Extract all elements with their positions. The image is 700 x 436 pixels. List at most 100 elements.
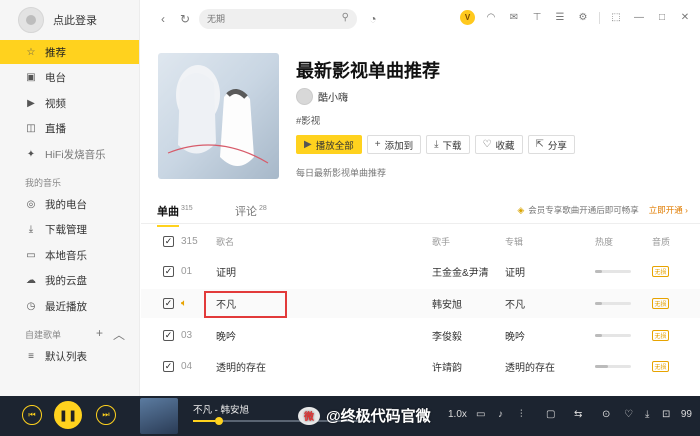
sidebar: 点此登录 ☆ 推荐 ▣ 电台 ▶ 视频 ◫ 直播 ✦ HiFi发烧音乐 我的音乐… (0, 0, 140, 396)
table-row[interactable]: ✓ 04 透明的存在 许靖韵 透明的存在 无损 (141, 352, 700, 381)
hifi-icon: ✦ (26, 148, 36, 160)
now-playing-cover[interactable] (140, 398, 178, 434)
song-name[interactable]: 证明 (216, 264, 236, 279)
loop-mode-icon[interactable]: ⇆ (574, 409, 582, 420)
equalizer-icon[interactable]: ⫶ (520, 409, 523, 420)
creator-name[interactable]: 酷小嗨 (318, 89, 348, 104)
table-row[interactable]: ✓ 03 晚吟 李俊毅 晚吟 无损 (141, 321, 700, 350)
close-icon[interactable]: ✕ (678, 11, 692, 25)
artist-name[interactable]: 韩安旭 (432, 296, 462, 311)
sidebar-item-download[interactable]: ⤓ 下载管理 (0, 218, 139, 242)
sidebar-item-video[interactable]: ▶ 视频 (0, 91, 139, 115)
queue-count[interactable]: 99 (681, 409, 692, 420)
quality-badge: 无损 (652, 266, 669, 277)
sidebar-item-radio[interactable]: ▣ 电台 (0, 66, 139, 90)
pause-button[interactable]: ❚❚ (54, 401, 82, 429)
login-link[interactable]: 点此登录 (53, 12, 97, 28)
headphones-icon[interactable]: ◠ (484, 11, 498, 25)
playlist-cover-image[interactable] (158, 53, 279, 179)
album-name[interactable]: 不凡 (505, 296, 525, 311)
back-icon[interactable]: ‹ (155, 11, 171, 27)
profile-area[interactable]: 点此登录 (0, 0, 139, 40)
progress-handle[interactable] (215, 417, 223, 425)
voice-search-icon[interactable]: ◔ (365, 11, 381, 27)
creator-info[interactable]: 酷小嗨 (296, 88, 348, 105)
search-box[interactable]: ⚲ (199, 9, 357, 29)
sidebar-item-recent[interactable]: ◷ 最近播放 (0, 294, 139, 318)
top-bar: ‹ ↻ ⚲ ◔ V ◠ ✉ ⊤ ☰ ⚙ ⬚ — □ ✕ (141, 0, 700, 38)
tab-songs[interactable]: 单曲 315 (157, 203, 193, 227)
mail-icon[interactable]: ✉ (507, 11, 521, 25)
playlist-mode-icon[interactable]: ⊙ (602, 409, 610, 420)
minimize-icon[interactable]: — (632, 11, 646, 25)
heart-icon[interactable]: ♡ (624, 409, 633, 420)
quality-switch-icon[interactable]: ▢ (546, 409, 555, 420)
row-checkbox[interactable]: ✓ (163, 361, 174, 372)
album-name[interactable]: 晚吟 (505, 328, 525, 343)
sidebar-item-recommend[interactable]: ☆ 推荐 (0, 40, 139, 64)
sidebar-item-label: HiFi发烧音乐 (45, 148, 106, 161)
vip-open-link[interactable]: 立即开通 › (649, 204, 688, 216)
creator-avatar[interactable] (296, 88, 313, 105)
plus-icon: + (374, 139, 381, 150)
table-row[interactable]: ✓ 01 证明 王金金&尹清 证明 无损 (141, 257, 700, 286)
vip-icon[interactable]: V (460, 10, 475, 25)
search-icon[interactable]: ⚲ (342, 12, 349, 23)
table-header: ✓ 315 歌名 歌手 专辑 热度 音质 (141, 230, 700, 252)
sidebar-item-cloud[interactable]: ☁ 我的云盘 (0, 269, 139, 293)
previous-track-button[interactable]: ⏮ (22, 405, 42, 425)
sidebar-item-label: 推荐 (45, 46, 66, 59)
menu-icon[interactable]: ☰ (553, 11, 567, 25)
volume-icon[interactable]: ⊡ (662, 409, 670, 420)
sidebar-item-hifi[interactable]: ✦ HiFi发烧音乐 (0, 142, 139, 166)
sidebar-item-my-radio[interactable]: ◎ 我的电台 (0, 192, 139, 216)
download-button[interactable]: ⤓ 下载 (426, 135, 470, 154)
album-name[interactable]: 透明的存在 (505, 359, 555, 374)
sidebar-item-local[interactable]: ▭ 本地音乐 (0, 243, 139, 267)
playlist-tag[interactable]: #影视 (296, 113, 320, 127)
select-all-checkbox[interactable]: ✓ (163, 235, 174, 247)
skin-icon[interactable]: ⊤ (530, 11, 544, 25)
sidebar-item-label: 电台 (45, 72, 66, 84)
quality-badge: 无损 (652, 298, 669, 309)
search-input[interactable] (207, 14, 317, 24)
album-name[interactable]: 证明 (505, 264, 525, 279)
action-buttons: ▶ 播放全部 + 添加到 ⤓ 下载 ♡ 收藏 ⇱ 分享 (296, 135, 575, 154)
content-tabs: 单曲 315 评论 28 ◈ 会员专享歌曲开通后即可畅享 立即开通 › (141, 196, 700, 227)
now-playing-title[interactable]: 不凡 - 韩安旭 (193, 402, 249, 416)
share-icon: ⇱ (535, 139, 544, 150)
section-title-label: 自建歌单 (25, 329, 62, 340)
row-checkbox[interactable]: ✓ (163, 330, 174, 341)
song-name[interactable]: 晚吟 (216, 328, 236, 343)
desktop-lyrics-icon[interactable]: ▭ (476, 409, 485, 420)
maximize-icon[interactable]: □ (655, 11, 669, 25)
favorite-button[interactable]: ♡ 收藏 (474, 135, 523, 154)
mini-mode-icon[interactable]: ⬚ (609, 11, 623, 25)
sidebar-item-live[interactable]: ◫ 直播 (0, 117, 139, 141)
artist-name[interactable]: 许靖韵 (432, 359, 462, 374)
heat-bar (595, 270, 631, 273)
add-to-button[interactable]: + 添加到 (366, 135, 422, 154)
artist-name[interactable]: 李俊毅 (432, 328, 462, 343)
tab-songs-count: 315 (181, 205, 193, 213)
sound-effect-icon[interactable]: ♪ (498, 409, 503, 420)
speed-control[interactable]: 1.0x (448, 409, 467, 420)
next-track-button[interactable]: ⏭ (96, 405, 116, 425)
avatar[interactable] (18, 7, 44, 33)
share-button[interactable]: ⇱ 分享 (527, 135, 575, 154)
row-number: 04 (181, 361, 193, 372)
settings-icon[interactable]: ⚙ (576, 11, 590, 25)
play-all-button[interactable]: ▶ 播放全部 (296, 135, 362, 154)
row-checkbox[interactable]: ✓ (163, 298, 174, 309)
row-checkbox[interactable]: ✓ (163, 266, 174, 277)
heat-bar (595, 365, 631, 368)
download-icon[interactable]: ⤓ (645, 409, 649, 420)
sidebar-item-default-list[interactable]: ≡ 默认列表 (0, 344, 139, 368)
tab-comments[interactable]: 评论 28 (235, 203, 267, 219)
song-name[interactable]: 透明的存在 (216, 359, 266, 374)
chevron-up-icon[interactable]: ︿ (113, 326, 125, 343)
plus-icon[interactable]: + (96, 326, 103, 343)
play-all-label: 播放全部 (315, 140, 354, 152)
refresh-icon[interactable]: ↻ (177, 11, 193, 27)
artist-name[interactable]: 王金金&尹清 (432, 264, 489, 279)
